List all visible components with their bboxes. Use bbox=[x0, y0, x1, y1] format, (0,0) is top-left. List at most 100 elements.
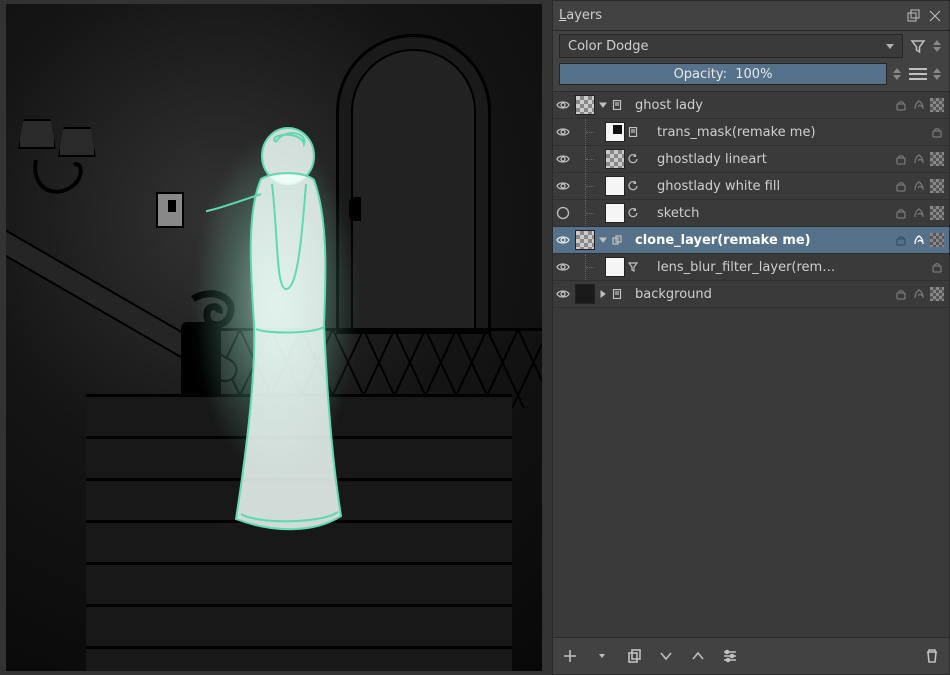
delete-layer-button[interactable] bbox=[923, 647, 941, 665]
layers-panel: Layers Color Dodge Opacity: 100% bbox=[552, 0, 950, 675]
layer-thumbnail bbox=[605, 203, 625, 223]
layer-type-icon bbox=[627, 181, 639, 191]
blend-mode-value: Color Dodge bbox=[568, 39, 649, 54]
layer-right-icons bbox=[929, 124, 949, 140]
layer-visibility-toggle[interactable] bbox=[553, 281, 573, 307]
layer-thumb-cell bbox=[573, 227, 623, 253]
layer-row[interactable]: lens_blur_filter_layer(rem… bbox=[553, 254, 949, 281]
alpha-lock-icon[interactable] bbox=[911, 205, 927, 221]
close-panel-button[interactable] bbox=[927, 8, 943, 24]
layer-expander[interactable] bbox=[597, 284, 609, 304]
inherit-alpha-icon[interactable] bbox=[930, 287, 944, 301]
layer-thumbnail bbox=[605, 176, 625, 196]
layer-row[interactable]: ghost lady bbox=[553, 92, 949, 119]
layer-row[interactable]: clone_layer(remake me) bbox=[553, 227, 949, 254]
layer-thumb-cell bbox=[573, 146, 639, 172]
layer-visibility-toggle[interactable] bbox=[553, 92, 573, 118]
inherit-alpha-icon[interactable] bbox=[930, 152, 944, 166]
layer-list: ghost lady trans_mask(remake me) ghostlady… bbox=[553, 91, 949, 638]
add-layer-menu-button[interactable] bbox=[593, 647, 611, 665]
eye-closed-icon bbox=[556, 206, 570, 220]
layer-type-icon bbox=[627, 154, 639, 164]
layer-name-label[interactable]: lens_blur_filter_layer(rem… bbox=[639, 260, 929, 275]
layer-name-label[interactable]: ghost lady bbox=[623, 98, 893, 113]
inherit-alpha-icon[interactable] bbox=[930, 98, 944, 112]
layer-row[interactable]: ghostlady white fill bbox=[553, 173, 949, 200]
layer-thumb-cell bbox=[573, 254, 639, 280]
layer-properties-button[interactable] bbox=[721, 647, 739, 665]
lock-icon[interactable] bbox=[893, 232, 909, 248]
layer-thumb-cell bbox=[573, 200, 639, 226]
opacity-value: 100% bbox=[735, 67, 772, 82]
move-layer-up-button[interactable] bbox=[689, 647, 707, 665]
layer-thumbnail bbox=[605, 122, 625, 142]
layer-type-icon bbox=[627, 262, 639, 272]
layer-name-label[interactable]: background bbox=[623, 287, 893, 302]
panel-titlebar: Layers bbox=[553, 1, 949, 31]
layer-right-icons bbox=[893, 151, 949, 167]
layer-type-icon bbox=[627, 208, 639, 218]
lock-icon[interactable] bbox=[929, 259, 945, 275]
alpha-lock-icon[interactable] bbox=[911, 178, 927, 194]
blend-mode-select[interactable]: Color Dodge bbox=[559, 34, 903, 58]
layer-visibility-toggle[interactable] bbox=[553, 254, 573, 280]
filter-layers-button[interactable] bbox=[909, 37, 927, 55]
layer-row[interactable]: trans_mask(remake me) bbox=[553, 119, 949, 146]
layer-visibility-toggle[interactable] bbox=[553, 173, 573, 199]
alpha-lock-icon[interactable] bbox=[911, 151, 927, 167]
layer-expander[interactable] bbox=[597, 230, 609, 250]
panel-menu-spin[interactable] bbox=[933, 63, 943, 85]
inherit-alpha-icon[interactable] bbox=[930, 206, 944, 220]
layer-row[interactable]: sketch bbox=[553, 200, 949, 227]
panel-menu-button[interactable] bbox=[909, 65, 927, 83]
layer-name-label[interactable]: ghostlady white fill bbox=[639, 179, 893, 194]
layer-name-label[interactable]: ghostlady lineart bbox=[639, 152, 893, 167]
filter-spin[interactable] bbox=[933, 35, 943, 57]
lock-icon[interactable] bbox=[893, 97, 909, 113]
opacity-spin[interactable] bbox=[893, 63, 903, 85]
blend-mode-row: Color Dodge bbox=[553, 31, 949, 61]
layer-name-label[interactable]: sketch bbox=[639, 206, 893, 221]
eye-open-icon bbox=[556, 233, 570, 247]
inherit-alpha-icon[interactable] bbox=[930, 233, 944, 247]
float-panel-button[interactable] bbox=[905, 8, 921, 24]
eye-open-icon bbox=[556, 98, 570, 112]
canvas-area bbox=[0, 0, 548, 675]
lock-icon[interactable] bbox=[893, 178, 909, 194]
illustration-scene bbox=[6, 4, 542, 671]
inherit-alpha-icon[interactable] bbox=[930, 179, 944, 193]
layer-right-icons bbox=[893, 97, 949, 113]
layer-right-icons bbox=[929, 259, 949, 275]
opacity-slider[interactable]: Opacity: 100% bbox=[559, 63, 887, 85]
layer-right-icons bbox=[893, 232, 949, 248]
tree-indent bbox=[585, 173, 603, 199]
eye-open-icon bbox=[556, 179, 570, 193]
tree-indent bbox=[585, 119, 603, 145]
alpha-lock-icon[interactable] bbox=[911, 97, 927, 113]
tree-indent bbox=[585, 254, 603, 280]
layer-thumb-cell bbox=[573, 281, 623, 307]
canvas-surface[interactable] bbox=[6, 4, 542, 671]
layer-row[interactable]: background bbox=[553, 281, 949, 308]
opacity-row: Opacity: 100% bbox=[553, 61, 949, 91]
layer-visibility-toggle[interactable] bbox=[553, 200, 573, 226]
opacity-label: Opacity: bbox=[674, 67, 727, 82]
eye-open-icon bbox=[556, 125, 570, 139]
layer-thumbnail bbox=[575, 230, 595, 250]
layer-row[interactable]: ghostlady lineart bbox=[553, 146, 949, 173]
move-layer-down-button[interactable] bbox=[657, 647, 675, 665]
lock-icon[interactable] bbox=[893, 205, 909, 221]
lock-icon[interactable] bbox=[929, 124, 945, 140]
alpha-lock-icon[interactable] bbox=[911, 232, 927, 248]
layer-visibility-toggle[interactable] bbox=[553, 119, 573, 145]
layer-name-label[interactable]: clone_layer(remake me) bbox=[623, 233, 893, 248]
alpha-lock-icon[interactable] bbox=[911, 286, 927, 302]
duplicate-layer-button[interactable] bbox=[625, 647, 643, 665]
layer-name-label[interactable]: trans_mask(remake me) bbox=[639, 125, 929, 140]
layer-visibility-toggle[interactable] bbox=[553, 146, 573, 172]
lock-icon[interactable] bbox=[893, 151, 909, 167]
layer-expander[interactable] bbox=[597, 95, 609, 115]
layer-visibility-toggle[interactable] bbox=[553, 227, 573, 253]
add-layer-button[interactable] bbox=[561, 647, 579, 665]
lock-icon[interactable] bbox=[893, 286, 909, 302]
